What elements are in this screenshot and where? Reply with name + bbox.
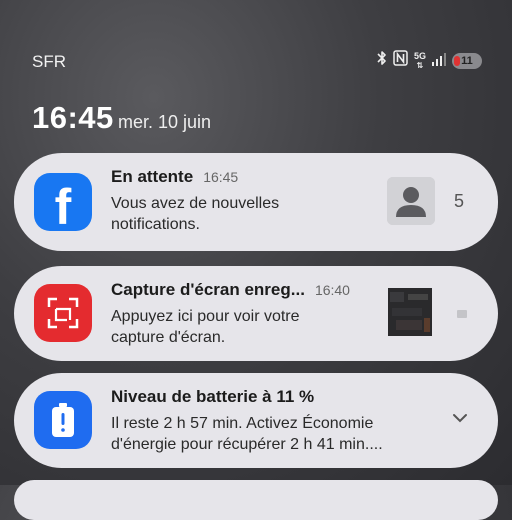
body-line: d'énergie pour récupérer 2 h 41 min....	[111, 436, 383, 453]
chevron-down-icon[interactable]	[451, 409, 469, 427]
notification-time: 16:45	[203, 169, 239, 185]
facebook-icon: f	[34, 173, 92, 235]
battery-low-indicator	[454, 55, 460, 66]
lockscreen-date: mer. 10 juin	[118, 112, 212, 132]
avatar	[387, 177, 435, 225]
screenshot-thumbnail	[386, 288, 434, 336]
notification-time: 16:40	[314, 282, 350, 298]
body-line: Appuyez ici pour voir votre	[111, 308, 300, 325]
notification-title: En attente	[111, 167, 194, 186]
signal-icon	[432, 51, 446, 71]
notification-battery[interactable]: Niveau de batterie à 11 % Il reste 2 h 5…	[14, 373, 498, 468]
body-line: capture d'écran.	[111, 329, 226, 346]
notification-body: Appuyez ici pour voir votre capture d'éc…	[111, 306, 300, 348]
5g-icon: 5G ⇅	[413, 50, 426, 70]
notification-count: 5	[454, 191, 465, 211]
bluetooth-icon	[377, 50, 387, 71]
battery-icon: 11	[452, 52, 482, 69]
lockscreen-time: 16:45	[32, 100, 114, 135]
status-icons: 5G ⇅ 11	[377, 50, 482, 71]
screenshot-icon	[34, 284, 92, 342]
body-line: Vous avez de nouvelles	[111, 195, 280, 212]
body-line: Il reste 2 h 57 min. Activez Économie	[111, 415, 374, 432]
network-label: 5G	[413, 50, 426, 61]
notification-screenshot[interactable]: Capture d'écran enreg... 16:40 Appuyez i…	[14, 266, 498, 361]
notification-body: Il reste 2 h 57 min. Activez Économie d'…	[111, 413, 383, 455]
notification-body: Vous avez de nouvelles notifications.	[111, 193, 279, 235]
notification-title: Capture d'écran enreg...	[111, 280, 305, 299]
battery-alert-icon	[34, 391, 92, 449]
notification-facebook[interactable]: f En attente 16:45 Vous avez de nouvelle…	[14, 153, 498, 251]
body-line: notifications.	[111, 216, 200, 233]
thumbnail-placeholder	[457, 310, 467, 318]
notification-title: Niveau de batterie à 11 %	[111, 387, 315, 406]
battery-level: 11	[461, 54, 473, 67]
nfc-icon	[393, 50, 408, 71]
carrier-name: SFR	[32, 52, 66, 71]
notification-partial[interactable]	[14, 480, 498, 520]
